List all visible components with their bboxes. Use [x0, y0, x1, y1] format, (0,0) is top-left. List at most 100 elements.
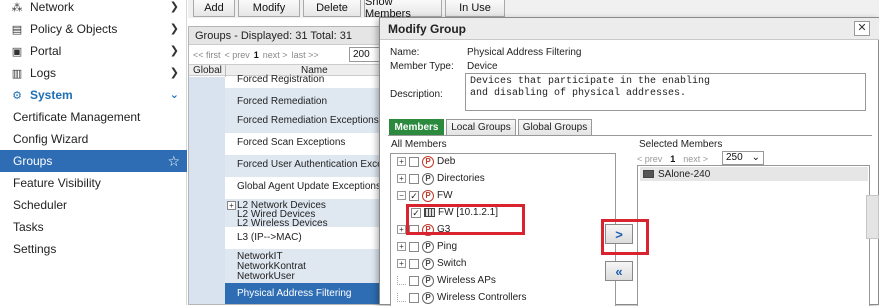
chevron-right-icon: ❯: [169, 45, 179, 57]
checkbox[interactable]: [409, 173, 419, 184]
table-row[interactable]: Forced Registration: [225, 74, 387, 88]
description-textarea[interactable]: Devices that participate in the enabling…: [465, 73, 866, 111]
selected-members-label: Selected Members: [639, 139, 723, 150]
page-size-select[interactable]: 250 ⌄: [722, 151, 764, 165]
device-icon: [424, 208, 435, 217]
show-members-button[interactable]: Show Members: [364, 0, 442, 20]
tree-node-label: Switch: [437, 258, 467, 269]
checkbox[interactable]: [409, 258, 419, 269]
checkbox[interactable]: [409, 292, 419, 303]
row-name: Global Agent Update Exceptions: [237, 181, 381, 192]
tab-global-groups[interactable]: Global Groups: [518, 119, 592, 135]
all-members-tree: + P Deb + P Directories − ✓ P FW ✓ FW [1…: [390, 153, 616, 306]
collapse-icon[interactable]: −: [397, 191, 406, 200]
document-icon: ▤: [11, 23, 23, 36]
checkbox[interactable]: ✓: [409, 190, 419, 201]
table-row[interactable]: + L2 Network Devices L2 Wired Devices L2…: [225, 199, 387, 227]
checkbox[interactable]: [409, 156, 419, 167]
sidebar-item-settings[interactable]: Settings: [0, 238, 187, 260]
policy-icon: P: [422, 257, 434, 270]
sidebar-item-policy-objects[interactable]: ▤ Policy & Objects ❯: [0, 18, 187, 40]
row-name: Forced Scan Exceptions: [237, 137, 346, 148]
pager-page: 1: [670, 154, 676, 164]
delete-button[interactable]: Delete: [303, 0, 361, 17]
tree-line: [397, 276, 406, 285]
expand-icon[interactable]: +: [397, 225, 406, 234]
table-row[interactable]: NetworkIT NetworkKontrat NetworkUser: [225, 249, 387, 283]
pager-next[interactable]: next >: [263, 50, 288, 60]
sidebar-item-portal[interactable]: ▣ Portal ❯: [0, 40, 187, 62]
pager-prev[interactable]: < prev: [225, 50, 250, 60]
table-row[interactable]: Global Agent Update Exceptions: [225, 177, 387, 199]
member-type-value: Device: [467, 61, 498, 72]
groups-panel-header: Groups - Displayed: 31 Total: 31: [189, 27, 387, 45]
sidebar-item-tasks[interactable]: Tasks: [0, 216, 187, 238]
sidebar-item-system[interactable]: ⚙ System ⌄: [0, 84, 187, 106]
checkbox[interactable]: [409, 275, 419, 286]
expand-icon[interactable]: +: [397, 259, 406, 268]
tree-node-label: FW [10.1.2.1]: [438, 207, 499, 218]
expand-icon[interactable]: +: [227, 201, 236, 210]
add-button[interactable]: Add: [193, 0, 235, 17]
tree-node[interactable]: + P G3: [397, 222, 450, 237]
sidebar-item-groups[interactable]: Groups ☆: [0, 150, 187, 172]
table-row[interactable]: L3 (IP-->MAC): [225, 227, 387, 249]
row-name: Forced Remediation: [237, 96, 328, 107]
table-row[interactable]: Forced Remediation Exceptions: [225, 111, 387, 133]
sidebar-item-label: Groups: [13, 154, 53, 168]
remove-all-members-button[interactable]: «: [605, 261, 633, 281]
modify-button[interactable]: Modify: [238, 0, 300, 17]
policy-icon: P: [422, 172, 434, 185]
pager-next[interactable]: next >: [683, 154, 708, 164]
pager-first[interactable]: << first: [193, 50, 221, 60]
tree-node[interactable]: + P Ping: [397, 239, 457, 254]
list-item[interactable]: SAlone-240: [640, 167, 868, 181]
checkbox[interactable]: [409, 224, 419, 235]
arrow-right-icon: >: [615, 226, 623, 242]
tree-node[interactable]: + P Deb: [397, 154, 455, 169]
in-use-button[interactable]: In Use: [445, 0, 505, 17]
close-icon[interactable]: ✕: [854, 21, 870, 36]
star-icon[interactable]: ☆: [167, 153, 180, 170]
chart-icon: ▥: [11, 67, 23, 80]
checkbox[interactable]: ✓: [411, 207, 421, 218]
pager-last[interactable]: last >>: [292, 50, 319, 60]
tab-members[interactable]: Members: [389, 119, 444, 135]
policy-icon: P: [422, 274, 434, 287]
sidebar-item-feature-visibility[interactable]: Feature Visibility: [0, 172, 187, 194]
pager-prev[interactable]: < prev: [637, 154, 662, 164]
gear-icon: ⚙: [12, 89, 22, 102]
tree-node[interactable]: ✓ FW [10.1.2.1]: [411, 205, 498, 220]
sidebar-item-config-wizard[interactable]: Config Wizard: [0, 128, 187, 150]
checkbox[interactable]: [409, 241, 419, 252]
groups-pager: << first < prev 1 next > last >> 200: [189, 46, 387, 63]
sidebar-item-network[interactable]: ⁂ Network ❯: [0, 0, 187, 18]
row-name: Forced Registration: [237, 74, 325, 85]
table-row-selected[interactable]: Physical Address Filtering: [225, 283, 387, 304]
table-row[interactable]: Forced User Authentication Exceptions: [225, 155, 387, 177]
sidebar-item-certificate-management[interactable]: Certificate Management: [0, 106, 187, 128]
expand-icon[interactable]: +: [397, 157, 406, 166]
policy-icon: P: [422, 189, 434, 202]
sidebar-item-scheduler[interactable]: Scheduler: [0, 194, 187, 216]
tree-node[interactable]: + P Directories: [397, 171, 485, 186]
column-global[interactable]: Global: [193, 65, 222, 76]
scrollbar[interactable]: [866, 195, 879, 239]
expand-icon[interactable]: +: [397, 242, 406, 251]
toolbar: Add Modify Delete Show Members In Use: [188, 0, 879, 20]
page-size-value: 250: [726, 152, 743, 163]
sidebar-item-label: Certificate Management: [13, 110, 141, 124]
tree-node-label: G3: [437, 224, 451, 235]
add-member-button[interactable]: >: [605, 224, 633, 244]
chevron-down-icon: ⌄: [169, 89, 179, 101]
name-label: Name:: [390, 47, 420, 58]
sidebar-item-label: Network: [30, 0, 75, 14]
tab-local-groups[interactable]: Local Groups: [446, 119, 516, 135]
sidebar-item-logs[interactable]: ▥ Logs ❯: [0, 62, 187, 84]
expand-icon[interactable]: +: [397, 174, 406, 183]
tree-node[interactable]: − ✓ P FW: [397, 188, 453, 203]
tree-node[interactable]: + P Switch: [397, 256, 466, 271]
table-row[interactable]: Forced Scan Exceptions: [225, 133, 387, 155]
tree-node[interactable]: P Wireless APs: [397, 273, 496, 288]
tree-node[interactable]: P Wireless Controllers: [397, 290, 526, 305]
